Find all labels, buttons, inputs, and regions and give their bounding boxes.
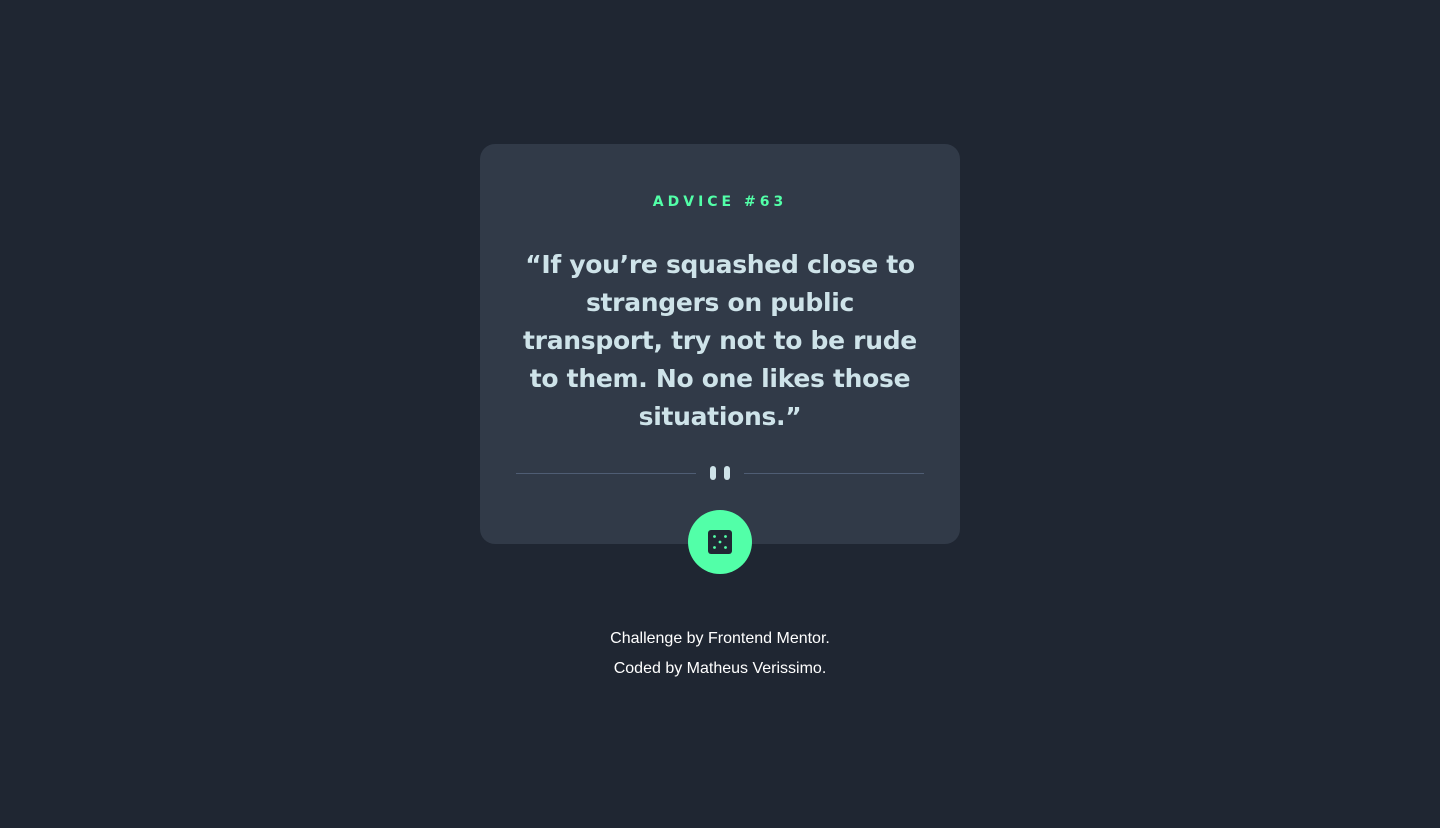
advice-quote: “If you’re squashed close to strangers o… <box>523 250 917 431</box>
attribution-footer: Challenge by Frontend Mentor. Coded by M… <box>0 624 1440 684</box>
footer-coder-credit: Coded by Matheus Verissimo. <box>613 660 827 677</box>
divider-line-left <box>516 473 696 474</box>
footer-challenge-credit: Challenge by Frontend Mentor. <box>610 630 830 647</box>
generate-advice-button[interactable] <box>688 510 752 574</box>
advice-id-label: ADVICE #63 <box>652 194 788 210</box>
dice-icon <box>708 530 732 554</box>
divider-line-right <box>744 473 924 474</box>
advice-card: ADVICE #63 “If you’re squashed close to … <box>480 144 960 574</box>
divider <box>516 464 924 482</box>
pause-divider-icon <box>710 466 730 480</box>
